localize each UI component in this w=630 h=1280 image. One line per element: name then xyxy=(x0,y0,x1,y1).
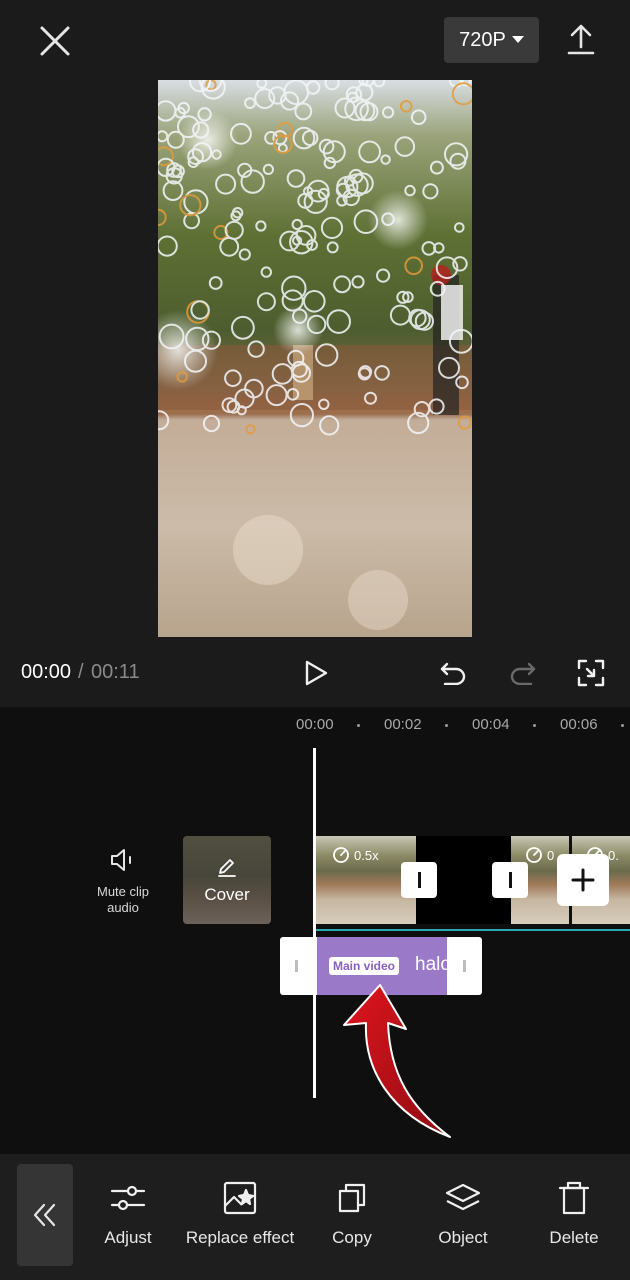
ruler-dot xyxy=(445,724,448,727)
fullscreen-icon xyxy=(577,659,605,687)
timeline-panel[interactable]: 00:00 00:02 00:04 00:06 Mute clip audio … xyxy=(0,707,630,1154)
transition-button[interactable] xyxy=(401,862,437,898)
speaker-icon xyxy=(111,849,131,871)
add-clip-button[interactable] xyxy=(557,854,609,906)
trim-handle-left[interactable] xyxy=(295,960,298,972)
object-label: Object xyxy=(438,1228,488,1247)
export-button[interactable] xyxy=(556,14,606,64)
time-separator: / xyxy=(78,661,84,683)
annotation-arrow-icon xyxy=(343,984,451,1138)
resolution-label: 720P xyxy=(459,28,506,51)
replace-effect-label: Replace effect xyxy=(185,1228,295,1247)
ruler-label: 00:00 xyxy=(296,716,334,733)
current-time: 00:00 xyxy=(21,661,72,683)
clip-speed-label: 0.5x xyxy=(354,847,379,863)
delete-label: Delete xyxy=(549,1228,599,1247)
replace-effect-button[interactable]: Replace effect xyxy=(182,1178,298,1248)
redo-button[interactable] xyxy=(500,650,546,696)
mute-clip-audio-label: Mute clip audio xyxy=(96,884,150,915)
copy-icon xyxy=(338,1183,366,1213)
layers-icon xyxy=(445,1183,481,1211)
close-button[interactable] xyxy=(30,16,80,66)
redo-icon xyxy=(510,662,536,685)
playhead[interactable] xyxy=(313,748,316,1098)
trim-handle-right[interactable] xyxy=(463,960,466,972)
ruler-dot xyxy=(533,724,536,727)
video-preview[interactable] xyxy=(158,80,472,637)
ruler-dot xyxy=(357,724,360,727)
edit-pencil-icon xyxy=(218,859,236,877)
play-button[interactable] xyxy=(293,650,339,696)
adjust-sliders-icon xyxy=(110,1185,146,1211)
ruler-label: 00:04 xyxy=(472,716,510,733)
play-icon xyxy=(305,660,328,686)
adjust-button[interactable]: Adjust xyxy=(98,1178,158,1248)
fullscreen-button[interactable] xyxy=(568,650,614,696)
transition-button[interactable] xyxy=(492,862,528,898)
replace-effect-icon xyxy=(223,1181,257,1215)
object-button[interactable]: Object xyxy=(430,1178,496,1248)
ruler-label: 00:06 xyxy=(560,716,598,733)
speed-icon xyxy=(333,847,349,863)
delete-button[interactable]: Delete xyxy=(543,1178,605,1248)
adjust-label: Adjust xyxy=(104,1228,152,1247)
bottom-toolbar: Adjust Replace effect Copy Object Delete xyxy=(0,1154,630,1280)
preview-frame-image xyxy=(158,80,472,637)
effect-target-badge: Main video xyxy=(329,957,400,975)
total-time: 00:11 xyxy=(91,661,140,683)
cover-label: Cover xyxy=(204,885,250,904)
copy-label: Copy xyxy=(332,1228,372,1247)
clip-speed-label: 0 xyxy=(547,847,555,863)
undo-icon xyxy=(440,662,466,685)
undo-button[interactable] xyxy=(430,650,476,696)
mute-clip-audio-button[interactable]: Mute clip audio xyxy=(85,847,161,927)
close-icon xyxy=(40,26,70,56)
track-underline xyxy=(316,929,630,931)
ruler-dot xyxy=(621,724,624,727)
clip-speed-label: 0. xyxy=(608,847,619,863)
upload-icon xyxy=(567,24,595,55)
copy-button[interactable]: Copy xyxy=(322,1178,382,1248)
effect-name: halo xyxy=(415,954,447,975)
trash-icon xyxy=(558,1181,590,1215)
resolution-dropdown[interactable]: 720P xyxy=(444,17,539,63)
speed-icon xyxy=(526,847,542,863)
plus-icon xyxy=(571,868,595,892)
collapse-button[interactable] xyxy=(17,1164,73,1266)
cover-button[interactable]: Cover xyxy=(183,836,271,924)
double-chevron-left-icon xyxy=(33,1203,56,1227)
ruler-label: 00:02 xyxy=(384,716,422,733)
caret-down-icon xyxy=(511,36,524,43)
